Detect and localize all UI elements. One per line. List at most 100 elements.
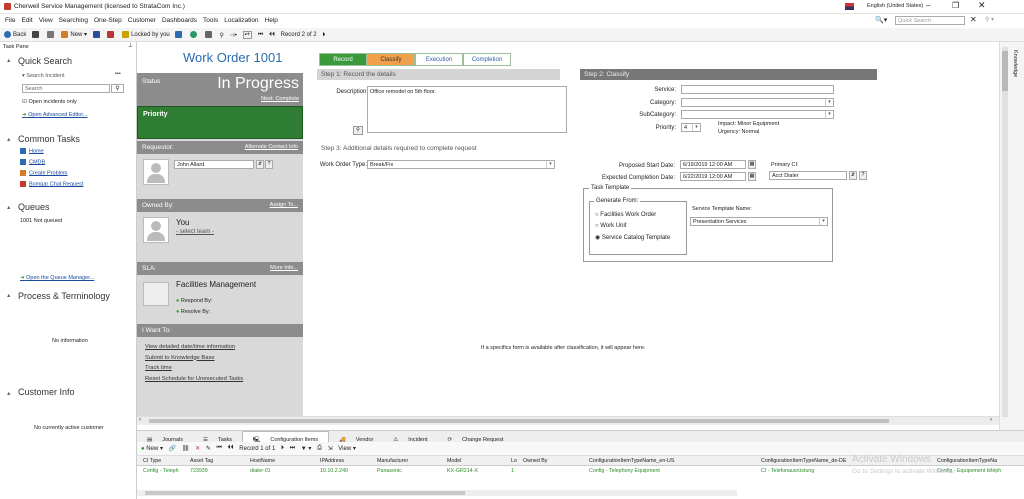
language-select[interactable]: English (United States) [867,3,923,9]
lookup-icon[interactable]: ⇵ [256,160,264,169]
more-info-link[interactable]: More Info... [270,265,298,271]
column-header[interactable]: ConfigurationItemTypeNa [937,458,997,464]
proposed-start-field[interactable]: 6/19/2019 12:00 AM [680,160,746,169]
horizontal-scrollbar[interactable]: ‹ › [137,416,999,425]
scroll-left-icon[interactable]: ‹ [139,417,141,423]
help-icon[interactable]: ? [859,171,867,180]
column-header[interactable]: Manufacturer [377,458,408,464]
refresh-icon[interactable] [190,31,199,39]
home-icon[interactable] [32,31,41,39]
search-go-icon[interactable]: ⚲ [111,84,124,93]
column-header[interactable]: HostName [250,458,275,464]
menu-view[interactable]: View [39,17,53,24]
search-icon[interactable]: 🔍▾ [875,16,887,24]
pin-toolbar-icon[interactable]: ▪+ [242,31,253,39]
unlink-icon[interactable]: ⛓ [182,445,190,452]
collapse-icon[interactable]: ▲ [6,137,11,143]
scroll-thumb[interactable] [149,419,889,423]
select-team-link[interactable]: - select team - [176,229,214,235]
menu-dashboards[interactable]: Dashboards [162,17,197,24]
delete-icon[interactable] [107,31,116,39]
action-link[interactable]: View detailed date/time information [145,344,243,350]
grid-horizontal-scrollbar[interactable] [137,490,737,496]
grid-print-icon[interactable]: ⎙ [317,445,322,452]
column-header[interactable]: CI Type [143,458,161,464]
export-icon[interactable]: ⇲ [328,445,333,452]
link-icon[interactable]: 🔗 [169,445,176,452]
save-icon[interactable] [92,31,102,39]
column-header[interactable]: IPAddress [320,458,344,464]
spellcheck-icon[interactable]: ⚲ [353,126,363,135]
grid-last-icon[interactable]: ⏭ [290,445,295,452]
service-template-select[interactable]: Presentation Services ▾ [690,217,828,226]
open-advanced-editor-link[interactable]: ➜ Open Advanced Editor... [22,112,87,118]
record-search-icon[interactable]: ⚲ [219,32,223,39]
pin-pane-icon[interactable]: ⊥ [128,43,133,49]
lock-button[interactable]: Locked by you [122,31,170,39]
lookup-icon[interactable]: ⇵ [849,171,857,180]
next-record-icon[interactable]: ⏵ [322,32,325,39]
grid-new-button[interactable]: ● New ▾ [141,445,163,452]
collapse-icon[interactable]: ▲ [6,205,11,211]
collapse-icon[interactable]: ▲ [6,293,11,299]
edit-icon[interactable]: ✎ [206,445,211,452]
filter-icon[interactable]: ▼ ▾ [301,445,312,452]
knowledge-tab[interactable]: Knowledge [1012,50,1018,77]
first-record-icon[interactable]: ⏮ [258,32,263,39]
new-button[interactable]: New ▾ [61,31,87,39]
action-link[interactable]: Reset Schedule for Unexecuted Tasks [145,376,243,382]
restore-button[interactable]: ❐ [952,1,959,10]
prev-record-icon[interactable]: ⏴⏴ [269,32,275,39]
alternate-contact-link[interactable]: Alternate Contact Info [245,144,298,150]
task-link-3[interactable]: Bomgar Chat Request [20,180,83,187]
collapse-icon[interactable]: ▲ [6,58,11,64]
calendar-icon[interactable]: ▦ [748,172,756,181]
column-header[interactable]: Asset Tag [190,458,213,464]
menu-tools[interactable]: Tools [203,17,218,24]
column-header[interactable]: Owned By [523,458,547,464]
collapse-icon[interactable]: ▲ [6,391,11,397]
back-button[interactable]: Back [4,31,26,39]
generate-option-radio[interactable]: ◉ Service Catalog Template [595,234,670,241]
action-link[interactable]: Track time [145,365,243,371]
menu-file[interactable]: File [5,17,15,24]
description-field[interactable]: Office remodel on 5th floor. [367,86,567,133]
grid-icon[interactable] [46,31,56,39]
task-link-0[interactable]: Home [20,148,83,154]
tab-completion[interactable]: Completion [463,53,511,66]
column-header[interactable]: Model [447,458,461,464]
close-record-icon[interactable]: ✕ [970,15,977,24]
tab-execution[interactable]: Execution [415,53,463,66]
tab-record[interactable]: Record [319,53,367,66]
menu-localization[interactable]: Localization [224,17,258,24]
vertical-scrollbar[interactable] [1002,47,1008,417]
open-incidents-checkbox[interactable]: ☑ Open incidents only [22,99,77,105]
grid-next-icon[interactable]: ⏵ [281,445,284,452]
menu-searching[interactable]: Searching [59,17,88,24]
calendar-icon[interactable]: ▦ [748,160,756,169]
more-options-icon[interactable]: ••• [115,71,121,77]
delete-row-icon[interactable]: ✕ [195,445,200,452]
tile-icon[interactable] [175,31,184,39]
primary-ci-field[interactable]: Acct Dialer [769,171,847,180]
next-status-link[interactable]: Next: Complete [261,96,299,102]
requestor-field[interactable]: John Allard [174,160,254,169]
subcategory-select[interactable]: ▾ [681,110,834,119]
search-input[interactable]: Search [22,84,110,93]
open-queue-manager-link[interactable]: ➜ Open the Queue Manager... [20,275,94,281]
print-icon[interactable] [204,31,214,39]
task-link-2[interactable]: Create Problem [20,169,83,176]
menu-onestep[interactable]: One-Step [94,17,122,24]
column-header[interactable]: ConfigurationItemTypeName_de-DE [761,458,846,464]
close-button[interactable]: ✕ [978,0,986,11]
action-link[interactable]: Submit to Knowledge Base [145,355,243,361]
expected-completion-field[interactable]: 6/22/2019 12:00 AM [680,172,746,181]
menu-help[interactable]: Help [265,17,278,24]
help-icon[interactable]: ? [265,160,273,169]
generate-option-radio[interactable]: ○ Work Unit [595,223,670,229]
generate-option-radio[interactable]: ○ Facilities Work Order [595,212,670,218]
tab-classify[interactable]: Classify [367,53,415,66]
attach-icon[interactable]: ⊣• [230,32,237,39]
scroll-right-icon[interactable]: › [990,417,992,423]
service-field[interactable] [681,85,834,94]
